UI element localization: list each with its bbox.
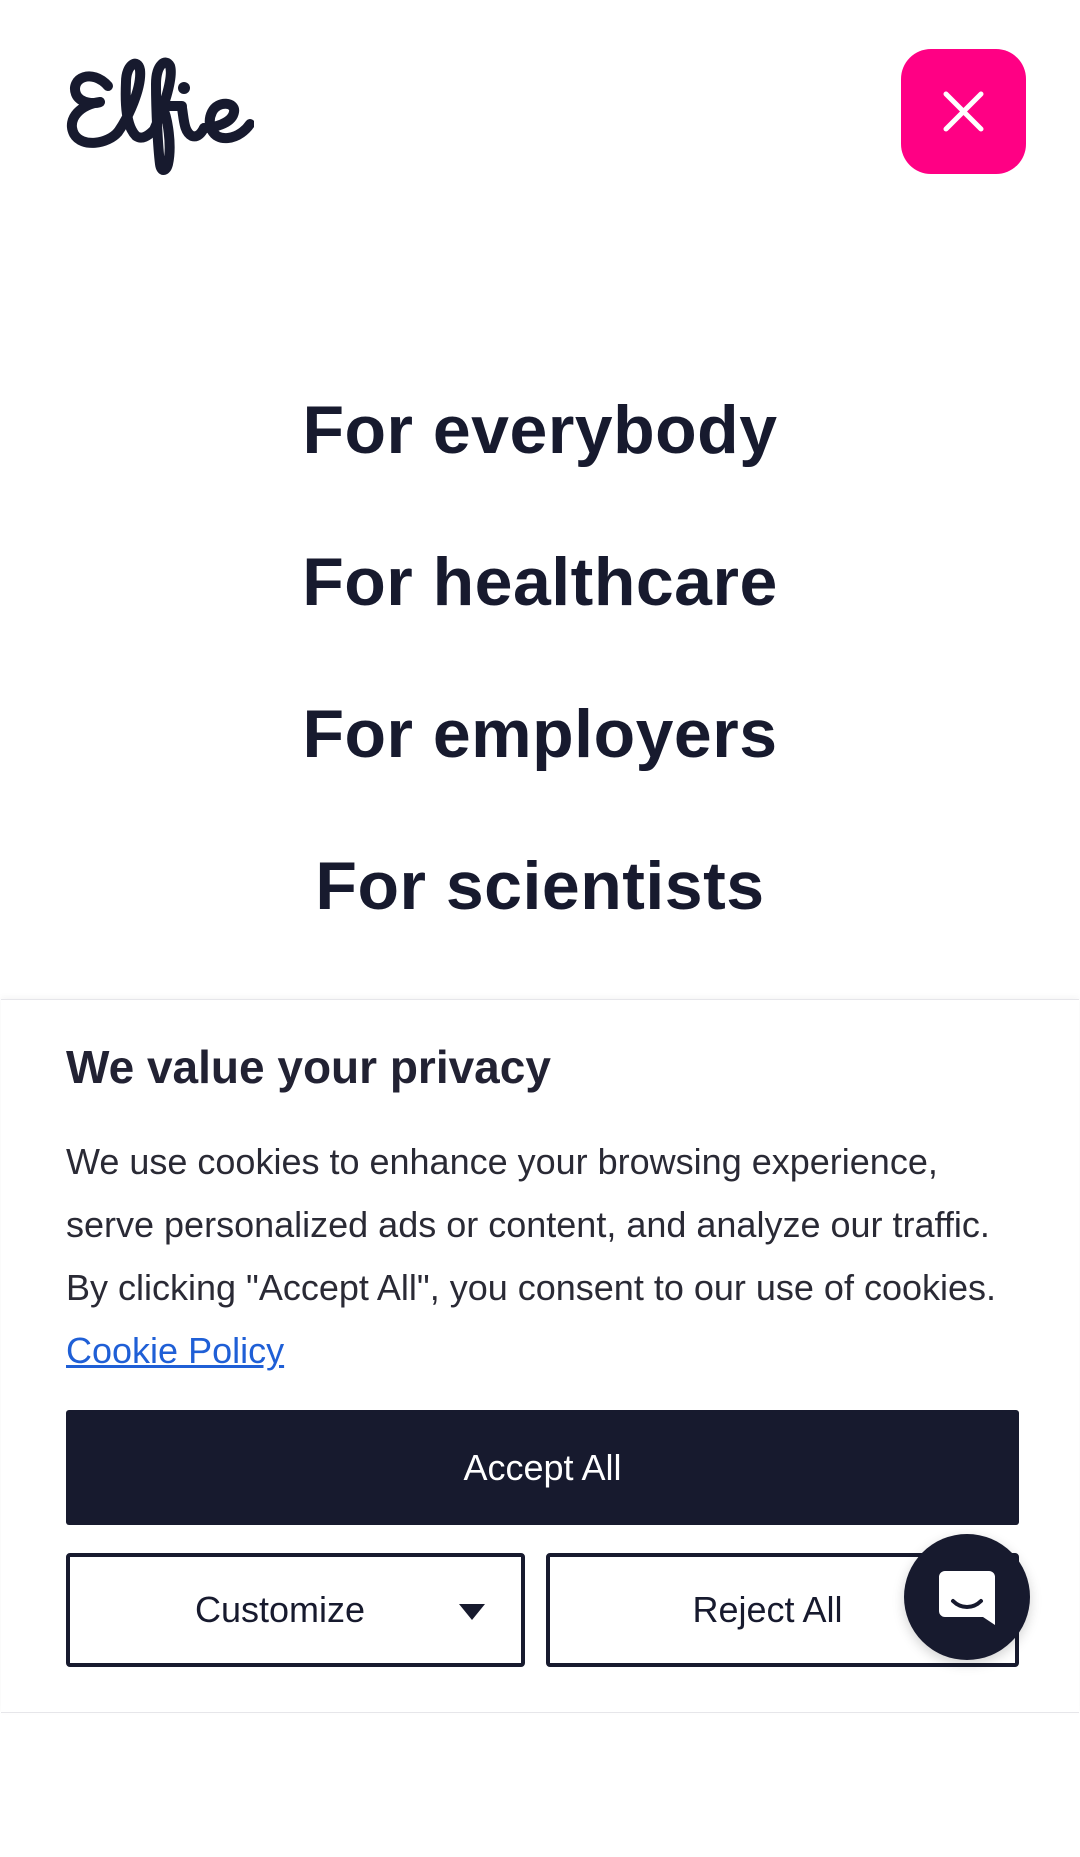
cookie-banner-body: We use cookies to enhance your browsing … bbox=[66, 1141, 997, 1308]
cookie-policy-link[interactable]: Cookie Policy bbox=[66, 1330, 284, 1371]
caret-down-icon bbox=[459, 1604, 485, 1620]
menu-item-for-everybody[interactable]: For everybody bbox=[0, 380, 1080, 532]
site-header bbox=[0, 0, 1080, 200]
elfie-logo-wordmark bbox=[67, 57, 254, 175]
cookie-banner-title: We value your privacy bbox=[66, 1041, 551, 1093]
elfie-logo[interactable] bbox=[62, 48, 254, 176]
chat-icon bbox=[939, 1571, 995, 1625]
menu-item-for-healthcare[interactable]: For healthcare bbox=[0, 532, 1080, 684]
menu-item-for-employers[interactable]: For employers bbox=[0, 684, 1080, 836]
customize-button[interactable]: Customize bbox=[66, 1553, 525, 1667]
main-menu: For everybody For healthcare For employe… bbox=[0, 380, 1080, 988]
chat-launcher-button[interactable] bbox=[904, 1534, 1030, 1660]
accept-all-button[interactable]: Accept All bbox=[66, 1410, 1019, 1525]
close-icon bbox=[943, 91, 984, 132]
close-menu-button[interactable] bbox=[901, 49, 1026, 174]
menu-item-for-scientists[interactable]: For scientists bbox=[0, 836, 1080, 988]
customize-button-label: Customize bbox=[194, 1589, 366, 1630]
cookie-banner-text: We use cookies to enhance your browsing … bbox=[66, 1130, 1026, 1382]
